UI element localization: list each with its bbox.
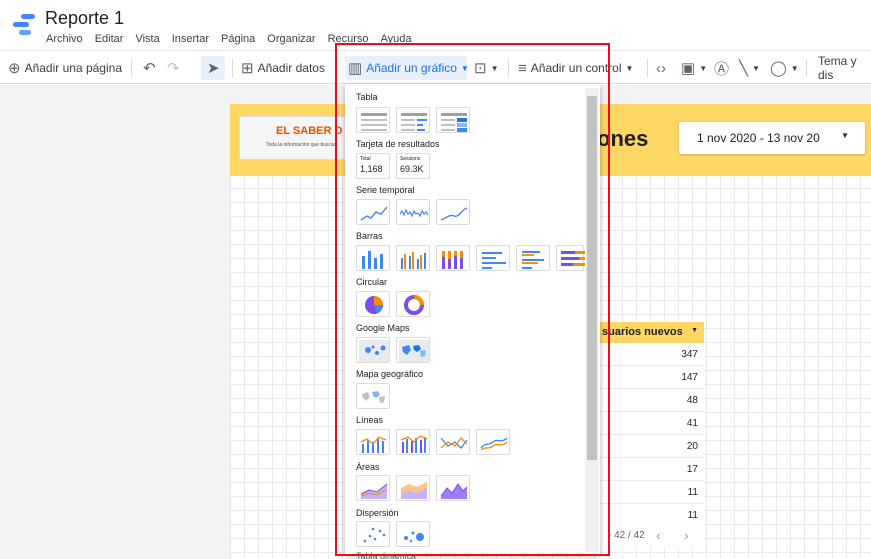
toolbar-divider [232,59,233,77]
code-icon: ‹› [656,59,666,77]
add-circle-icon: ⊕ [8,60,21,77]
table-cell: 11 [687,487,698,498]
table-row: 41 [598,412,704,435]
add-page-label: Añadir una página [24,61,122,75]
image-button[interactable]: ▣ ▼ [681,51,707,85]
toolbar-divider [647,59,648,77]
table-row: 48 [598,389,704,412]
table-cell: 17 [686,464,698,475]
text-box-icon: Ⓐ [714,60,730,78]
data-table[interactable]: 347 147 48 41 20 17 11 11 [598,343,704,527]
shapes-icon: ◯ [770,60,787,77]
date-range-text: 1 nov 2020 - 13 nov 20 [697,131,820,145]
menu-vista[interactable]: Vista [129,33,165,45]
undo-icon: ↶ [143,60,156,77]
undo-button[interactable]: ↶ [143,51,156,85]
brand-logo-text: EL SABER D [276,125,343,137]
cursor-icon: ➤ [207,60,220,77]
toolbar-divider [131,59,132,77]
table-cell: 20 [686,441,698,452]
pager-text: - 42 / 42 [608,530,645,541]
add-page-button[interactable]: ⊕ Añadir una página [8,51,122,85]
toolbar-divider [806,59,807,77]
table-row: 20 [598,435,704,458]
highlight-annotation-box [335,43,610,556]
menu-archivo[interactable]: Archivo [40,33,89,45]
table-cell: 347 [681,349,698,360]
add-data-icon: ⊞ [241,60,254,77]
table-cell: 48 [686,395,698,406]
table-row: 11 [598,481,704,504]
chevron-down-icon: ▼ [790,63,799,73]
menu-insertar[interactable]: Insertar [166,33,215,45]
table-pager: - 42 / 42 ‹ › [598,525,704,547]
add-data-label: Añadir datos [257,61,325,75]
line-button[interactable]: ╲ ▼ [739,51,760,85]
chevron-right-icon[interactable]: › [684,527,689,543]
redo-icon: ↷ [167,60,180,77]
table-cell: 11 [687,510,698,521]
chevron-down-icon: ▼ [625,63,634,73]
app-header: Reporte 1 Archivo Editar Vista Insertar … [0,0,871,48]
theme-label: Tema y dis [818,54,857,82]
chevron-down-icon: ▼ [699,63,708,73]
chevron-left-icon[interactable]: ‹ [656,527,661,543]
line-icon: ╲ [739,60,749,77]
chevron-down-icon: ▼ [752,63,760,73]
table-cell: 41 [686,418,698,429]
image-icon: ▣ [681,60,696,77]
table-row: 11 [598,504,704,527]
text-button[interactable]: Ⓐ [714,51,729,85]
table-header[interactable]: suarios nuevos ▼ [598,322,704,343]
menu-editar[interactable]: Editar [89,33,130,45]
menu-organizar[interactable]: Organizar [261,33,321,45]
theme-layout-button[interactable]: Tema y dis [818,51,871,85]
table-row: 17 [598,458,704,481]
table-cell: 147 [681,372,698,383]
add-data-button[interactable]: ⊞ Añadir datos [241,51,325,85]
menu-pagina[interactable]: Página [215,33,261,45]
table-column-header: suarios nuevos [602,326,683,338]
select-tool-button[interactable]: ➤ [207,51,220,85]
table-row: 147 [598,366,704,389]
embed-url-button[interactable]: ‹› [656,51,666,85]
table-row: 347 [598,343,704,366]
sort-caret-icon: ▼ [691,327,698,334]
brand-logo-tagline: Toda la información que buscas [266,142,337,148]
redo-button[interactable]: ↷ [167,51,180,85]
caret-down-icon: ▼ [841,131,849,140]
data-studio-logo-icon[interactable] [11,12,37,38]
date-range-control[interactable]: 1 nov 2020 - 13 nov 20 ▼ [679,122,865,154]
report-title[interactable]: Reporte 1 [45,8,124,29]
shape-button[interactable]: ◯ ▼ [770,51,799,85]
